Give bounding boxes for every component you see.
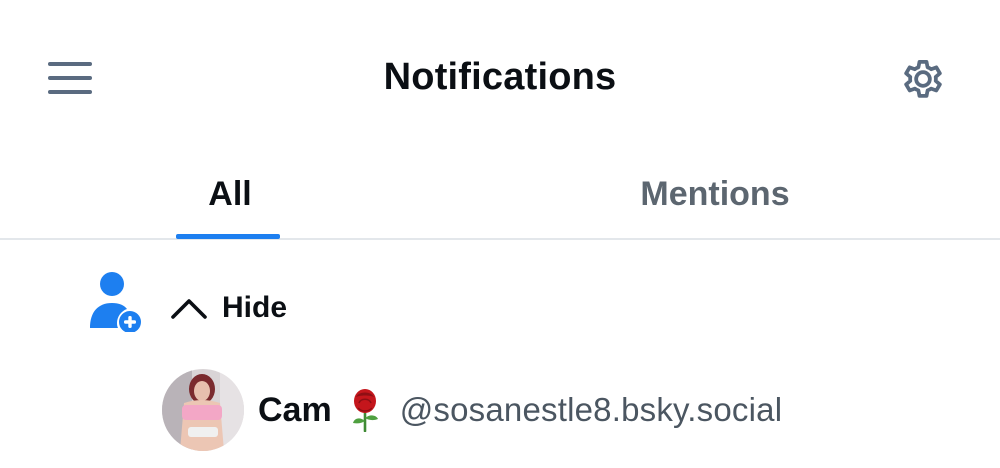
tab-mentions[interactable]: Mentions <box>600 150 830 238</box>
gear-icon <box>904 60 942 98</box>
user-display-name: Cam <box>258 390 332 429</box>
user-handle: @sosanestle8.bsky.social <box>399 391 783 428</box>
avatar-image <box>162 369 244 451</box>
follow-notification-group: Hide <box>0 262 1000 358</box>
user-list-item[interactable]: Cam @sosanestle8.bsky.social <box>162 368 982 452</box>
notification-tabs: All Mentions <box>0 150 1000 240</box>
active-tab-indicator <box>176 234 280 239</box>
settings-button[interactable] <box>892 50 954 108</box>
rose-icon <box>352 389 378 432</box>
top-bar: Notifications <box>0 0 1000 150</box>
chevron-up-icon <box>171 299 207 319</box>
menu-button[interactable] <box>40 54 100 102</box>
hamburger-menu-icon <box>48 62 92 94</box>
avatar[interactable] <box>162 369 244 451</box>
hide-label: Hide <box>222 291 288 324</box>
hide-toggle-button[interactable]: Hide <box>170 284 287 332</box>
tab-all[interactable]: All <box>150 150 310 238</box>
page-title: Notifications <box>383 56 617 98</box>
person-add-icon <box>90 272 141 332</box>
